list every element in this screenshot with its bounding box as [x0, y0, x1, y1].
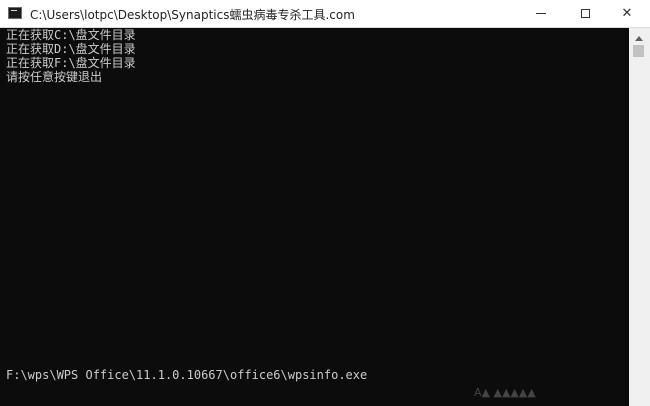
close-icon: ✕	[621, 6, 633, 21]
title-bar[interactable]: C:\Users\lotpc\Desktop\Synaptics蠕虫病毒专杀工具…	[0, 0, 650, 28]
console-line: 正在获取C:\盘文件目录	[6, 28, 136, 42]
console-line: 正在获取D:\盘文件目录	[6, 42, 136, 56]
maximize-button[interactable]	[562, 0, 608, 27]
vertical-scrollbar[interactable]	[629, 28, 650, 406]
minimize-icon	[536, 13, 546, 14]
console-line: 正在获取F:\盘文件目录	[6, 56, 136, 70]
scroll-thumb[interactable]	[633, 45, 644, 57]
scroll-up-arrow-icon[interactable]	[635, 36, 643, 41]
console-bottom-line: F:\wps\WPS Office\11.1.0.10667\office6\w…	[6, 368, 368, 382]
close-button[interactable]: ✕	[604, 0, 650, 27]
console-output[interactable]: 正在获取C:\盘文件目录 正在获取D:\盘文件目录 正在获取F:\盘文件目录 请…	[0, 28, 629, 406]
console-app-icon[interactable]	[8, 7, 22, 19]
console-window: C:\Users\lotpc\Desktop\Synaptics蠕虫病毒专杀工具…	[0, 0, 650, 406]
maximize-icon	[580, 9, 590, 18]
watermark: A▲ ▲▲▲▲▲	[474, 386, 536, 399]
window-title: C:\Users\lotpc\Desktop\Synaptics蠕虫病毒专杀工具…	[30, 8, 355, 22]
minimize-button[interactable]	[518, 0, 564, 27]
console-line: 请按任意按键退出	[6, 70, 103, 84]
scroll-track[interactable]	[633, 62, 644, 392]
